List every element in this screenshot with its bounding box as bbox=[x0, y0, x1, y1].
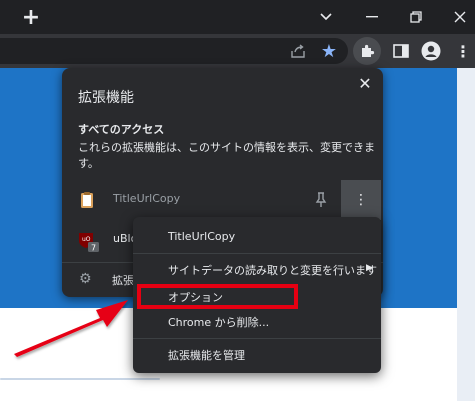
restore-icon[interactable] bbox=[405, 6, 427, 28]
menu-item-site-access[interactable]: サイトデータの読み取りと変更を行います ▶ bbox=[133, 259, 381, 281]
menu-item-label: TitleUrlCopy bbox=[168, 230, 236, 243]
submenu-arrow-icon: ▶ bbox=[366, 263, 373, 273]
extensions-puzzle-icon[interactable] bbox=[353, 37, 381, 65]
gear-icon: ⚙ bbox=[79, 271, 92, 287]
extension-name: TitleUrlCopy bbox=[113, 192, 181, 205]
ublock-badge: 7 bbox=[91, 244, 96, 253]
close-icon[interactable]: ✕ bbox=[356, 74, 374, 93]
page-rule bbox=[0, 378, 160, 380]
minimize-icon[interactable] bbox=[361, 6, 383, 28]
profile-icon[interactable] bbox=[420, 40, 442, 62]
share-icon[interactable] bbox=[287, 40, 309, 62]
highlight-box bbox=[137, 284, 298, 309]
page-scroll-strip bbox=[457, 68, 475, 401]
tab-search-chevron-icon[interactable] bbox=[315, 6, 337, 28]
ublock-logo-icon: uO 7 bbox=[78, 231, 99, 253]
menu-item-remove[interactable]: Chrome から削除... bbox=[133, 311, 381, 333]
pin-icon[interactable] bbox=[313, 191, 329, 209]
menu-item-label: 拡張機能を管理 bbox=[168, 349, 245, 362]
access-heading: すべてのアクセス bbox=[78, 123, 165, 136]
extension-row-titleurlcopy[interactable]: TitleUrlCopy ⋮ bbox=[62, 180, 383, 220]
menu-separator bbox=[133, 253, 381, 254]
more-vert-icon: ⋮ bbox=[354, 192, 368, 208]
extension-more-button[interactable]: ⋮ bbox=[341, 180, 381, 220]
close-window-icon[interactable] bbox=[449, 6, 471, 28]
popup-title: 拡張機能 bbox=[78, 90, 134, 106]
new-tab-icon[interactable]: + bbox=[19, 5, 43, 30]
menu-item-manage-extensions[interactable]: 拡張機能を管理 bbox=[133, 344, 381, 366]
clipboard-icon bbox=[78, 191, 96, 209]
access-description: これらの拡張機能は、このサイトの情報を表示、変更できます。 bbox=[78, 141, 375, 170]
menu-item-label: サイトデータの読み取りと変更を行います bbox=[168, 264, 377, 277]
title-bar: + bbox=[0, 0, 475, 34]
more-menu-icon[interactable]: ⋮ bbox=[452, 40, 474, 62]
ublock-logo-text: uO bbox=[82, 236, 91, 243]
menu-separator bbox=[133, 338, 381, 339]
menu-item-extension-name[interactable]: TitleUrlCopy bbox=[133, 227, 381, 249]
star-icon[interactable]: ★ bbox=[318, 40, 340, 62]
side-panel-icon[interactable] bbox=[390, 40, 412, 62]
menu-item-label: Chrome から削除... bbox=[168, 316, 270, 329]
manage-extensions-label: 拡張 bbox=[112, 274, 134, 287]
